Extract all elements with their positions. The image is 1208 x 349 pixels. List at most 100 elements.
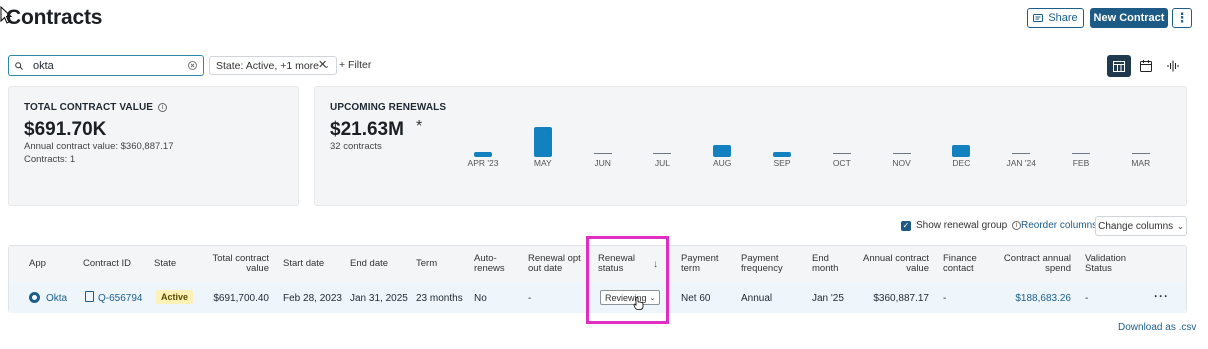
renewal-bar-empty (1072, 153, 1090, 154)
show-renewal-group-label: Show renewal group (916, 220, 1008, 231)
download-csv-link[interactable]: Download as .csv (1118, 322, 1196, 333)
highlight-box (586, 236, 669, 324)
status-badge: Active (156, 290, 194, 304)
col-end-date[interactable]: End date (350, 259, 388, 269)
cell-annual-contract-value: $360,887.17 (873, 293, 929, 304)
change-columns-label: Change columns (1098, 220, 1174, 232)
col-payment-frequency[interactable]: Payment frequency (741, 254, 783, 274)
month-label: DEC (952, 158, 971, 168)
renewal-bar-empty (1012, 153, 1031, 154)
new-contract-button[interactable]: New Contract (1090, 8, 1168, 28)
col-auto-renews[interactable]: Auto- renews (474, 254, 505, 274)
change-columns-button[interactable]: Change columns ⌄ (1095, 216, 1187, 236)
col-pt-line2: term (681, 263, 700, 274)
cell-auto-renews: No (474, 293, 487, 304)
col-start-date[interactable]: Start date (283, 259, 324, 269)
col-finance-contact[interactable]: Finance contact (943, 254, 977, 274)
col-state[interactable]: State (154, 259, 176, 269)
renewal-bar-empty (832, 153, 851, 154)
renewal-bar-empty (593, 153, 612, 154)
upcoming-renewals-card: UPCOMING RENEWALS $21.63M * 32 contracts… (314, 86, 1187, 206)
page-title: Contracts (6, 6, 103, 29)
renewal-bar[interactable] (713, 145, 732, 157)
table-view-button[interactable] (1107, 55, 1131, 77)
okta-logo-icon (29, 292, 40, 303)
renewals-label: UPCOMING RENEWALS (330, 102, 447, 113)
cell-total-contract-value: $691,700.40 (213, 293, 269, 304)
renewal-bar[interactable] (773, 152, 791, 157)
total-contract-value-card: TOTAL CONTRACT VALUE i $691.70K Annual c… (8, 86, 299, 206)
remove-filter-icon[interactable]: ✕ (318, 58, 327, 71)
document-icon (85, 291, 94, 302)
add-filter-button[interactable]: + Filter (339, 59, 371, 71)
cell-payment-term: Net 60 (681, 293, 711, 304)
col-auto-line2: renews (474, 263, 505, 274)
row-actions-button[interactable]: ··· (1154, 289, 1169, 303)
col-term[interactable]: Term (416, 259, 437, 269)
month-label: JAN '24 (1006, 158, 1036, 168)
show-renewal-group-toggle[interactable]: ✓ Show renewal group i (901, 220, 1022, 231)
tcv-label: TOTAL CONTRACT VALUE (24, 102, 154, 113)
hand-pointer-icon (633, 297, 644, 310)
info-icon[interactable]: i (158, 103, 168, 112)
col-cas-line2: spend (1045, 263, 1071, 274)
cell-app[interactable]: Okta (46, 293, 67, 304)
cell-validation-status: - (1085, 293, 1089, 304)
month-label: APR '23 (467, 158, 499, 168)
renewal-bar-empty (653, 153, 672, 154)
cell-term: 23 months (416, 293, 463, 304)
tcv-value: $691.70K (24, 119, 107, 140)
month-label: JUL (654, 158, 670, 168)
checkbox-checked-icon[interactable]: ✓ (901, 220, 911, 231)
waveform-icon (1167, 60, 1178, 72)
month-label: FEB (1072, 158, 1090, 168)
month-label: NOV (892, 158, 911, 168)
calendar-icon (1140, 60, 1152, 72)
renewal-bar[interactable] (474, 152, 492, 157)
renewal-bar[interactable] (952, 145, 971, 157)
share-icon (1033, 14, 1044, 22)
annual-contract-value: Annual contract value: $360,887.17 (24, 141, 174, 152)
col-payment-term[interactable]: Payment term (681, 254, 719, 274)
cell-finance-contact: - (943, 293, 947, 304)
search-input[interactable]: okta (8, 55, 204, 76)
reorder-columns-link[interactable]: Reorder columns (1021, 220, 1097, 231)
col-total-contract-value[interactable]: Total contract value (189, 254, 270, 274)
col-contract-annual-spend[interactable]: Contract annual spend (990, 254, 1071, 274)
month-label: OCT (832, 158, 851, 168)
table-icon (1113, 60, 1125, 72)
calendar-view-button[interactable] (1134, 55, 1158, 77)
cell-end-month: Jan '25 (812, 293, 844, 304)
info-icon[interactable]: i (1012, 221, 1022, 230)
timeline-view-button[interactable] (1161, 55, 1185, 77)
col-acv-line2: value (906, 263, 929, 274)
tcv-card-header: TOTAL CONTRACT VALUE i (24, 102, 168, 113)
month-label: JUN (594, 158, 611, 168)
cell-contract-annual-spend[interactable]: $188,683.26 (990, 293, 1071, 304)
col-end-month[interactable]: End month (812, 254, 838, 274)
cell-contract-id[interactable]: Q-656794 (98, 293, 142, 304)
month-label: AUG (712, 158, 732, 168)
col-rood-line2: out date (528, 263, 563, 274)
cell-end-date: Jan 31, 2025 (350, 293, 408, 304)
contracts-count: Contracts: 1 (24, 154, 76, 165)
renewals-value: $21.63M (330, 119, 404, 140)
more-options-button[interactable]: ⋮ (1172, 8, 1192, 28)
month-label: MAY (533, 158, 552, 168)
col-vs-line2: Status (1085, 263, 1112, 274)
col-pf-line2: frequency (741, 263, 783, 274)
renewal-bar[interactable] (533, 127, 552, 157)
share-button[interactable]: Share (1027, 8, 1084, 28)
clear-search-icon[interactable] (188, 61, 197, 70)
month-label: SEP (773, 158, 791, 168)
share-label: Share (1048, 12, 1078, 24)
search-icon (15, 61, 23, 70)
month-label: MAR (1131, 158, 1151, 168)
col-validation-status[interactable]: Validation Status (1085, 254, 1126, 274)
col-contract-id[interactable]: Contract ID (83, 259, 131, 269)
col-annual-contract-value[interactable]: Annual contract value (849, 254, 929, 274)
cell-start-date: Feb 28, 2023 (283, 293, 342, 304)
col-app[interactable]: App (29, 259, 46, 269)
col-renewal-opt-out[interactable]: Renewal opt out date (528, 254, 581, 274)
search-value: okta (33, 59, 54, 72)
